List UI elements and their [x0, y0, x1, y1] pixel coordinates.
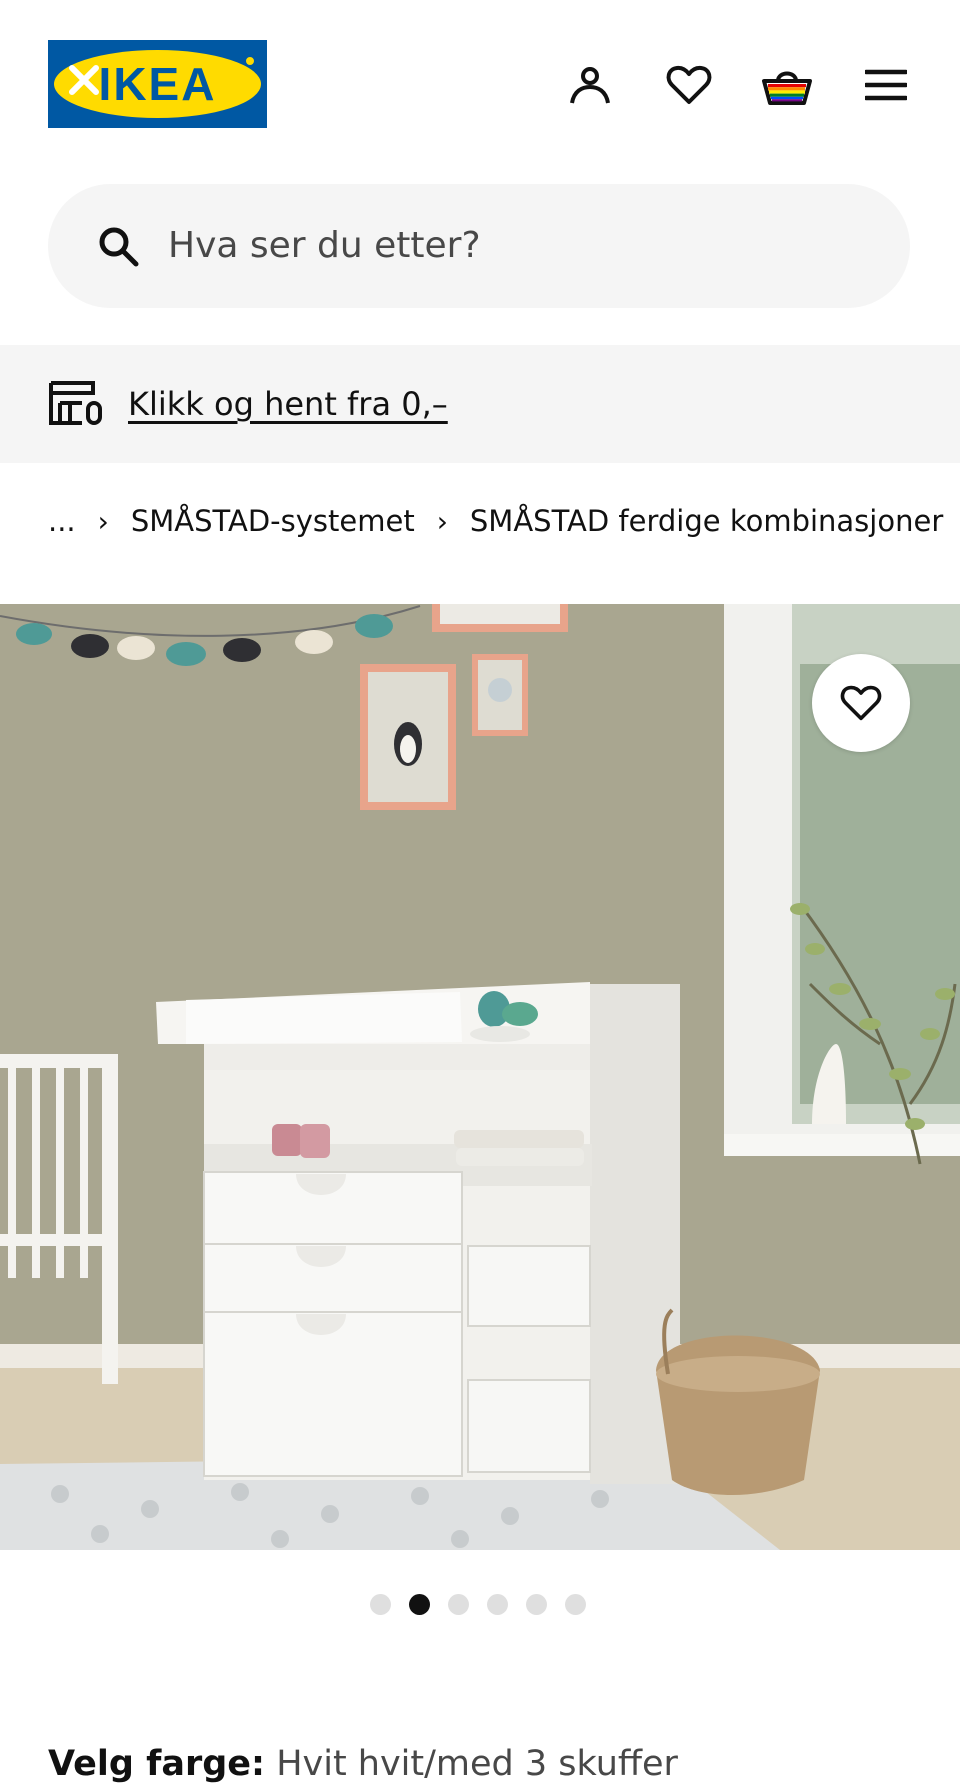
ikea-logo[interactable]: IKEA — [48, 40, 267, 128]
color-selection[interactable]: Velg farge: Hvit hvit/med 3 skuffer — [48, 1742, 678, 1783]
carousel-indicator — [370, 1594, 586, 1616]
color-label: Velg farge: — [48, 1744, 266, 1783]
registered-mark — [245, 56, 255, 66]
carousel-dot[interactable] — [448, 1594, 469, 1615]
carousel-dot[interactable] — [526, 1594, 547, 1615]
promo-banner: Klikk og hent fra 0,– — [0, 345, 960, 463]
store-pickup-icon — [49, 381, 102, 425]
carousel-dot[interactable] — [487, 1594, 508, 1615]
close-icon[interactable] — [64, 60, 104, 100]
favorite-button[interactable] — [812, 654, 910, 752]
search-input[interactable]: Hva ser du etter? — [168, 184, 481, 308]
color-value: Hvit hvit/med 3 skuffer — [276, 1744, 678, 1783]
click-collect-link[interactable]: Klikk og hent fra 0,– — [128, 345, 448, 463]
search-bar[interactable]: Hva ser du etter? — [48, 184, 910, 308]
profile-icon[interactable] — [562, 57, 618, 113]
chevron-right-icon: › — [436, 504, 448, 538]
breadcrumb-item-smastad-system[interactable]: SMÅSTAD-systemet — [131, 504, 415, 538]
carousel-dot[interactable] — [370, 1594, 391, 1615]
product-photo — [0, 604, 960, 1550]
carousel-dot-active[interactable] — [409, 1594, 430, 1615]
basket-icon[interactable] — [759, 57, 815, 113]
carousel-dot[interactable] — [565, 1594, 586, 1615]
heart-icon — [840, 685, 882, 721]
menu-icon[interactable] — [858, 57, 914, 113]
search-icon — [99, 227, 139, 267]
breadcrumb: ... › SMÅSTAD-systemet › SMÅSTAD ferdige… — [48, 496, 943, 546]
breadcrumb-item-smastad-combinations[interactable]: SMÅSTAD ferdige kombinasjoner — [470, 504, 943, 538]
heart-icon[interactable] — [661, 57, 717, 113]
chevron-right-icon: › — [97, 504, 109, 538]
site-header: IKEA — [0, 0, 960, 170]
breadcrumb-ellipsis[interactable]: ... — [48, 504, 76, 538]
product-image[interactable] — [0, 604, 960, 1550]
